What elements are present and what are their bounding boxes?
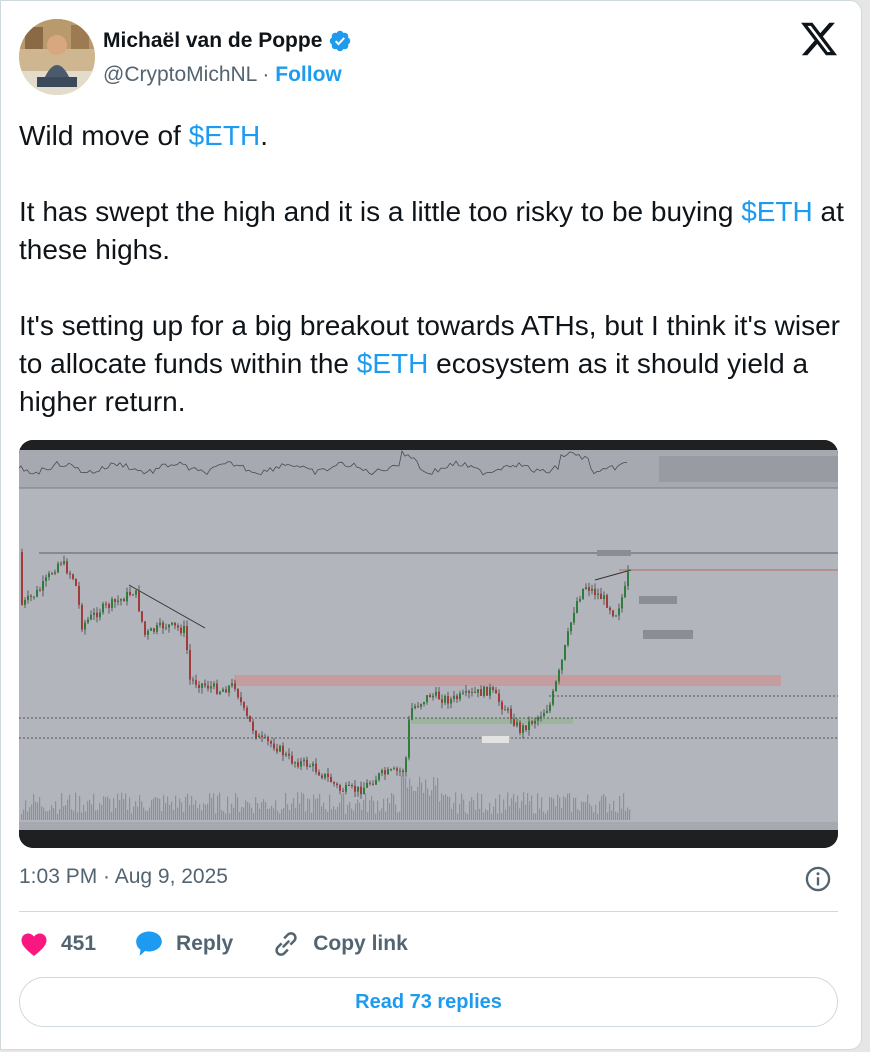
- tweet-card: Michaël van de Poppe @CryptoMichNL · Fol…: [0, 0, 862, 1050]
- avatar[interactable]: [19, 19, 95, 95]
- author-name[interactable]: Michaël van de Poppe: [103, 29, 322, 53]
- cashtag-link[interactable]: $ETH: [189, 120, 261, 151]
- reply-label: Reply: [176, 932, 234, 955]
- handle-separator: ·: [262, 63, 270, 86]
- action-bar: 451 Reply Copy link: [19, 926, 446, 962]
- tweet-text-segment: It has swept the high and it is a little…: [19, 196, 742, 227]
- tweet-text: Wild move of $ETH. It has swept the high …: [19, 117, 849, 459]
- info-icon[interactable]: [804, 865, 832, 893]
- copy-link-label: Copy link: [313, 932, 408, 955]
- speech-bubble-icon: [136, 931, 162, 956]
- follow-button[interactable]: Follow: [275, 63, 342, 86]
- handle-row: @CryptoMichNL · Follow: [103, 63, 342, 87]
- tweet-text-segment: .: [260, 120, 268, 151]
- divider: [19, 911, 838, 912]
- read-replies-button[interactable]: Read 73 replies: [19, 977, 838, 1027]
- tweet-media-chart[interactable]: [19, 440, 838, 848]
- tweet-text-segment: Wild move of: [19, 120, 189, 151]
- tweet-paragraph: It has swept the high and it is a little…: [19, 193, 849, 269]
- author-name-row[interactable]: Michaël van de Poppe: [103, 29, 352, 53]
- x-logo-icon[interactable]: [799, 19, 839, 59]
- reply-button[interactable]: Reply: [134, 929, 233, 959]
- cashtag-link[interactable]: $ETH: [357, 348, 429, 379]
- like-button[interactable]: 451: [19, 929, 96, 959]
- timestamp[interactable]: 1:03 PM · Aug 9, 2025: [19, 865, 228, 889]
- chart-image: [19, 440, 838, 848]
- copy-link-button[interactable]: Copy link: [271, 929, 408, 959]
- cashtag-link[interactable]: $ETH: [741, 196, 813, 227]
- avatar-image: [19, 19, 95, 95]
- like-count: 451: [61, 932, 97, 955]
- tweet-paragraph: It's setting up for a big breakout towar…: [19, 307, 849, 421]
- verified-badge-icon: [330, 30, 351, 52]
- link-icon: [275, 932, 297, 956]
- tweet-paragraph: Wild move of $ETH.: [19, 117, 849, 155]
- author-handle[interactable]: @CryptoMichNL: [103, 63, 257, 86]
- heart-icon: [21, 933, 47, 956]
